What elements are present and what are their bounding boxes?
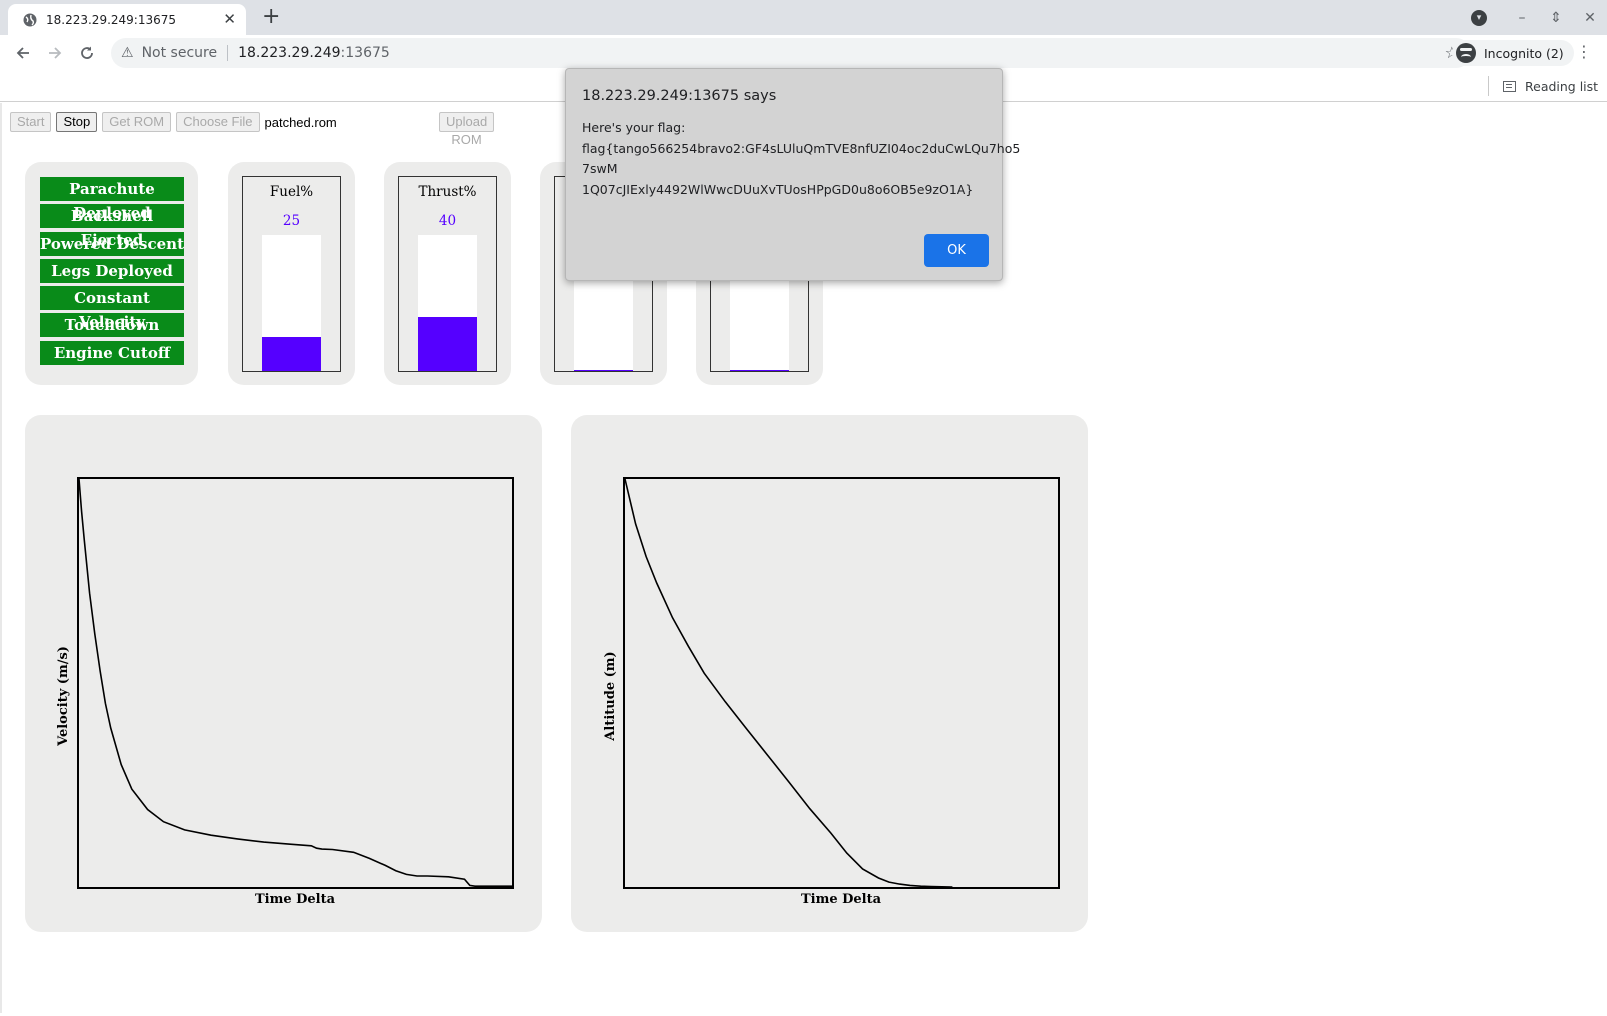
start-button[interactable]: Start <box>10 112 52 132</box>
incognito-profile-button[interactable]: Incognito (2) <box>1452 40 1574 66</box>
status-legs-deployed: Legs Deployed <box>40 258 184 283</box>
url-separator <box>227 45 229 61</box>
status-constant-velocity: Constant Velocity <box>40 286 184 331</box>
dialog-message: Here's your flag: flag{tango566254bravo2… <box>582 118 1021 200</box>
status-parachute-deployed: Parachute Deployed <box>40 177 184 222</box>
thrust-gauge-panel: Thrust% 40 <box>384 162 511 385</box>
status-engine-cutoff: Engine Cutoff <box>40 340 184 365</box>
address-bar[interactable]: ⚠ Not secure 18.223.29.249:13675 ☆ <box>111 38 1471 68</box>
fuel-gauge-panel: Fuel% 25 <box>228 162 355 385</box>
restore-icon[interactable]: ⇕ <box>1539 10 1573 26</box>
selected-file-name: patched.rom <box>264 114 337 130</box>
url-host: 18.223.29.249 <box>238 45 341 61</box>
control-bar: Start Stop Get ROM Choose File patched.r… <box>10 112 495 147</box>
dialog-message-line-3: 7swM <box>582 161 618 176</box>
close-tab-icon[interactable]: ✕ <box>223 12 236 27</box>
status-touchdown: Touchdown <box>40 313 184 338</box>
choose-file-button[interactable]: Choose File <box>176 112 260 132</box>
altitude-chart: Time Delta Altitude (m) <box>603 477 1060 907</box>
back-arrow-icon[interactable] <box>7 37 39 69</box>
tab-strip: 18.223.29.249:13675 ✕ + ▾ – ⇕ ✕ <box>0 0 1607 35</box>
fuel-gauge-value: 25 <box>282 213 301 229</box>
reading-list-button[interactable]: Reading list <box>1488 76 1598 96</box>
url-port: :13675 <box>340 45 390 61</box>
status-backshell-ejected: Backshell Ejected <box>40 204 184 249</box>
reading-list-label: Reading list <box>1525 78 1599 94</box>
tab-title: 18.223.29.249:13675 <box>46 12 177 27</box>
gauge-4-fill <box>730 369 789 371</box>
fuel-gauge-fill <box>262 337 321 371</box>
altitude-plot-frame <box>623 477 1060 889</box>
thrust-gauge-label: Thrust% <box>418 184 477 200</box>
browser-tab[interactable]: 18.223.29.249:13675 ✕ <box>8 4 246 35</box>
status-powered-descent: Powered Descent <box>40 231 184 256</box>
altitude-x-axis-label: Time Delta <box>801 892 882 907</box>
security-indicator[interactable]: Not secure <box>142 45 218 61</box>
new-tab-icon[interactable]: + <box>262 5 280 29</box>
stop-button[interactable]: Stop <box>56 112 98 132</box>
thrust-gauge: Thrust% 40 <box>398 176 497 372</box>
fuel-gauge-label: Fuel% <box>269 184 314 200</box>
browser-toolbar: ⚠ Not secure 18.223.29.249:13675 ☆ Incog… <box>0 35 1607 71</box>
altitude-chart-panel: Time Delta Altitude (m) <box>571 415 1088 932</box>
dialog-ok-button[interactable]: OK <box>924 234 989 267</box>
incognito-label: Incognito (2) <box>1484 45 1564 61</box>
dialog-message-line-2: flag{tango566254bravo2:GF4sLUluQmTVE8nfU… <box>582 140 1021 156</box>
velocity-chart-panel: Time Delta Velocity (m/s) <box>25 415 542 932</box>
reload-icon[interactable] <box>71 37 103 69</box>
dialog-message-line-4: 1Q07cJIExly4492WlWwcDUuXvTUosHPpGD0u8o6O… <box>582 181 974 197</box>
fuel-gauge-track <box>262 235 321 371</box>
altitude-series-line <box>624 478 953 888</box>
velocity-plot-frame <box>77 477 514 889</box>
warning-icon: ⚠ <box>121 45 134 61</box>
velocity-y-axis-label: Velocity (m/s) <box>56 646 71 747</box>
status-panel: Parachute Deployed Backshell Ejected Pow… <box>25 162 198 385</box>
globe-icon <box>22 12 38 28</box>
thrust-gauge-track <box>418 235 477 371</box>
alert-dialog: 18.223.29.249:13675 says Here's your fla… <box>565 68 1021 281</box>
gauge-3-fill <box>574 369 633 371</box>
forward-arrow-icon[interactable] <box>39 37 71 69</box>
altitude-y-axis-label: Altitude (m) <box>603 651 618 741</box>
fuel-gauge: Fuel% 25 <box>242 176 341 372</box>
thrust-gauge-fill <box>418 316 477 371</box>
thrust-gauge-value: 40 <box>438 213 457 229</box>
browser-menu-icon[interactable]: ⋮ <box>1576 43 1592 61</box>
velocity-series-line <box>78 478 512 887</box>
close-window-icon[interactable]: ✕ <box>1573 10 1607 26</box>
tab-search-icon[interactable]: ▾ <box>1471 9 1487 26</box>
reading-list-icon <box>1503 80 1516 92</box>
upload-rom-button[interactable]: Upload ROM <box>439 112 495 147</box>
incognito-icon <box>1456 43 1476 63</box>
minimize-icon[interactable]: – <box>1505 10 1539 26</box>
velocity-x-axis-label: Time Delta <box>255 892 336 907</box>
dialog-title: 18.223.29.249:13675 says <box>582 88 777 104</box>
dialog-message-line-1: Here's your flag: <box>582 120 686 135</box>
get-rom-button[interactable]: Get ROM <box>102 112 172 132</box>
velocity-chart: Time Delta Velocity (m/s) <box>56 477 514 907</box>
